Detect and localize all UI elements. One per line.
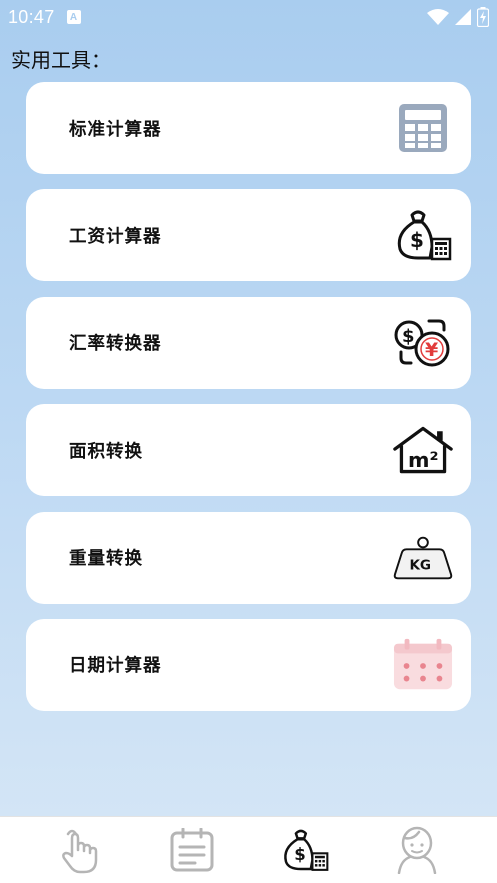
status-time: 10:47 bbox=[8, 6, 55, 27]
dollar-glyph: $ bbox=[294, 845, 306, 864]
square-meter-glyph: m² bbox=[408, 448, 439, 472]
tap-hand-icon bbox=[62, 829, 98, 874]
tab-tap-tools[interactable] bbox=[50, 820, 110, 880]
tool-card-currency-converter[interactable]: 汇率转换器 $ ¥ bbox=[26, 296, 471, 389]
tool-card-standard-calculator[interactable]: 标准计算器 bbox=[26, 82, 471, 174]
battery-icon bbox=[477, 7, 489, 27]
notification-badge-icon: A bbox=[66, 10, 81, 24]
section-title: 实用工具： bbox=[11, 48, 111, 72]
status-bar: 10:47 A bbox=[0, 0, 497, 34]
tab-profile[interactable] bbox=[387, 820, 447, 880]
tool-label: 工资计算器 bbox=[69, 226, 162, 247]
tool-label: 汇率转换器 bbox=[69, 334, 162, 355]
tool-label: 日期计算器 bbox=[69, 656, 162, 677]
calendar-icon bbox=[393, 635, 453, 695]
kg-glyph: KG bbox=[409, 557, 431, 573]
tool-list: 标准计算器 工资计算器 $ 汇率转换器 $ ¥ 面积转换 m² 重量转换 KG … bbox=[26, 82, 471, 726]
dollar-glyph: $ bbox=[402, 326, 415, 347]
profile-icon bbox=[397, 826, 437, 874]
notepad-icon bbox=[170, 828, 214, 872]
money-bag-calculator-icon: $ bbox=[283, 829, 329, 871]
kg-weight-icon: KG bbox=[393, 528, 453, 588]
yen-glyph: ¥ bbox=[425, 339, 438, 361]
house-square-meter-icon: m² bbox=[393, 420, 453, 480]
tab-calculators[interactable]: $ bbox=[275, 820, 335, 880]
status-icons bbox=[427, 7, 489, 27]
tab-notes[interactable] bbox=[162, 820, 222, 880]
tool-card-weight-converter[interactable]: 重量转换 KG bbox=[26, 511, 471, 604]
money-bag-calculator-icon: $ bbox=[393, 205, 453, 265]
cellular-signal-icon bbox=[455, 9, 471, 25]
tool-label: 标准计算器 bbox=[69, 119, 162, 140]
dollar-glyph: $ bbox=[410, 228, 424, 252]
tool-label: 面积转换 bbox=[69, 441, 143, 462]
bottom-tab-bar: $ bbox=[0, 816, 497, 883]
wifi-icon bbox=[427, 9, 449, 25]
status-left: 10:47 A bbox=[8, 7, 81, 28]
tool-card-area-converter[interactable]: 面积转换 m² bbox=[26, 404, 471, 497]
tool-label: 重量转换 bbox=[69, 549, 143, 570]
tool-card-salary-calculator[interactable]: 工资计算器 $ bbox=[26, 189, 471, 282]
tool-card-date-calculator[interactable]: 日期计算器 bbox=[26, 618, 471, 711]
calculator-icon bbox=[393, 98, 453, 158]
currency-exchange-icon: $ ¥ bbox=[393, 313, 453, 373]
